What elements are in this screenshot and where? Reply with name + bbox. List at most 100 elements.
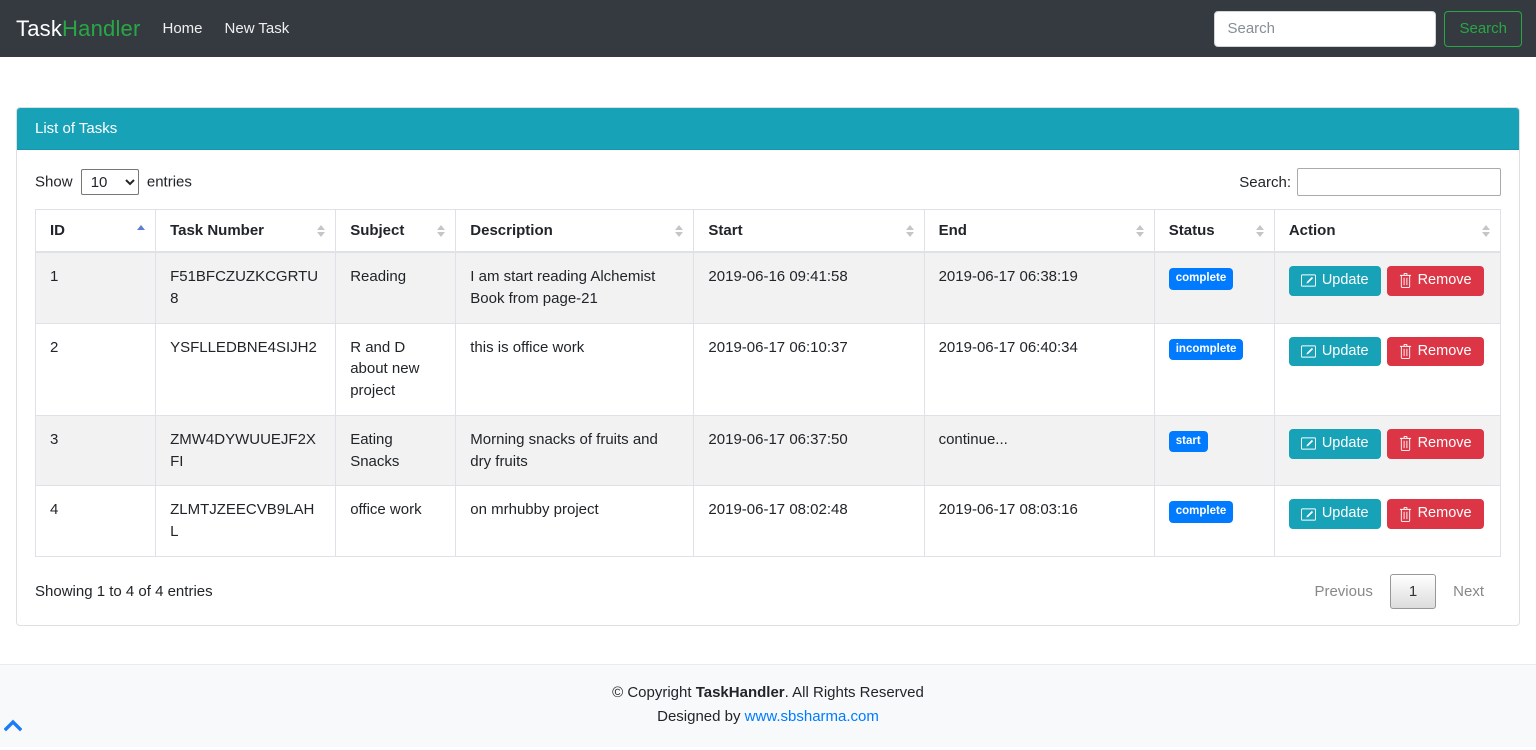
remove-button-label: Remove [1417,342,1472,359]
cell-task-number: YSFLLEDBNE4SIJH2 [155,322,337,416]
cell-subject: Reading [335,251,457,324]
column-label-action: Action [1288,222,1336,239]
remove-button[interactable]: Remove [1386,428,1484,459]
card-title: List of Tasks [35,120,118,137]
cell-description: I am start reading Alchemist Book from p… [455,251,695,324]
cell-task-number: ZLMTJZEECVB9LAHL [155,485,337,557]
column-header-subject[interactable]: Subject [335,209,457,253]
column-label-description: Description [470,222,553,239]
pagination-next[interactable]: Next [1436,574,1501,609]
cell-action: Update Remove [1273,485,1502,557]
cell-action: Update Remove [1273,414,1502,487]
column-header-id[interactable]: ID [34,209,157,253]
remove-button-label: Remove [1417,434,1472,451]
datatable-toolbar: Show 10 entries Search: [35,168,1501,196]
trash-icon [1399,436,1412,452]
cell-id: 4 [34,485,157,557]
nav-link-new-task[interactable]: New Task [225,20,290,37]
trash-icon [1399,506,1412,522]
table-row: 3 ZMW4DYWUUEJF2XFI Eating Snacks Morning… [34,414,1502,487]
tasks-table: ID Task Number Subject Description Start… [34,209,1502,557]
table-row: 2 YSFLLEDBNE4SIJH2 R and D about new pro… [34,322,1502,416]
remove-button[interactable]: Remove [1386,499,1484,530]
cell-task-number: ZMW4DYWUUEJF2XFI [155,414,337,487]
entries-label-after: entries [146,173,192,191]
remove-button-label: Remove [1417,505,1472,522]
update-button-label: Update [1321,342,1369,359]
status-badge: complete [1168,268,1234,290]
navbar-search-button[interactable]: Search [1444,10,1522,47]
column-header-start[interactable]: Start [693,209,925,253]
trash-icon [1399,344,1412,359]
cell-status: complete [1153,485,1275,557]
row-actions: Update Remove [1288,336,1486,367]
column-header-task-number[interactable]: Task Number [155,209,337,253]
remove-button[interactable]: Remove [1386,266,1484,296]
tasks-card: List of Tasks Show 10 entries Search: ID… [16,107,1520,626]
column-header-end[interactable]: End [923,209,1155,253]
footer-designer-link[interactable]: www.sbsharma.com [745,708,879,725]
remove-button-label: Remove [1417,272,1472,288]
column-header-action[interactable]: Action [1273,209,1502,253]
nav-links: Home New Task [163,20,290,37]
chevron-up-icon [3,719,23,736]
column-header-status[interactable]: Status [1153,209,1275,253]
entries-length-control: Show 10 entries [35,169,192,195]
edit-icon [1300,344,1316,359]
sort-icon [317,223,326,239]
remove-button[interactable]: Remove [1386,336,1484,367]
cell-task-number: F51BFCZUZKCGRTU8 [155,251,337,324]
cell-status: start [1153,414,1275,487]
navbar-search-input[interactable] [1214,10,1437,47]
update-button[interactable]: Update [1288,428,1381,459]
cell-subject: Eating Snacks [335,414,457,487]
row-actions: Update Remove [1288,499,1486,530]
table-search-input[interactable] [1297,168,1501,196]
table-body: 1 F51BFCZUZKCGRTU8 Reading I am start re… [34,251,1502,557]
cell-id: 3 [34,414,157,487]
brand-logo[interactable]: TaskHandler [16,16,141,42]
cell-description: Morning snacks of fruits and dry fruits [455,414,695,487]
brand-text-handler: Handler [62,15,141,41]
cell-end: continue... [923,414,1155,487]
table-head: ID Task Number Subject Description Start… [34,209,1502,253]
sort-icon [1255,223,1265,239]
pagination-page-1[interactable]: 1 [1389,573,1437,609]
nav-link-home[interactable]: Home [163,20,203,37]
cell-subject: office work [335,485,457,557]
card-header: List of Tasks [17,108,1519,150]
footer-copyright-prefix: © Copyright [612,683,696,701]
table-row: 4 ZLMTJZEECVB9LAHL office work on mrhubb… [34,485,1502,557]
footer-designed-prefix: Designed by [657,707,745,725]
cell-status: complete [1153,251,1275,324]
cell-subject: R and D about new project [335,322,457,416]
navbar-search-form: Search [1214,10,1522,47]
cell-action: Update Remove [1273,251,1502,324]
cell-status: incomplete [1153,322,1275,416]
column-label-subject: Subject [350,222,405,239]
cell-action: Update Remove [1273,322,1502,416]
pagination-previous[interactable]: Previous [1297,574,1389,609]
page-container: List of Tasks Show 10 entries Search: ID… [0,57,1536,626]
sort-icon [1135,223,1145,239]
update-button[interactable]: Update [1288,336,1381,367]
cell-start: 2019-06-16 09:41:58 [693,251,925,324]
trash-icon [1399,273,1412,289]
entries-select[interactable]: 10 [80,169,139,195]
navbar: TaskHandler Home New Task Search [0,0,1536,57]
datatable-filter: Search: [1239,168,1501,196]
column-label-start: Start [708,222,743,239]
table-header-row: ID Task Number Subject Description Start… [34,209,1502,253]
sort-icon [1482,223,1491,239]
cell-end: 2019-06-17 06:38:19 [923,251,1155,324]
sort-icon [905,223,915,239]
entries-label-before: Show [35,173,73,191]
update-button[interactable]: Update [1288,499,1381,530]
cell-start: 2019-06-17 06:10:37 [693,322,925,416]
update-button-label: Update [1321,434,1369,451]
update-button[interactable]: Update [1288,266,1381,296]
status-badge: incomplete [1168,338,1244,360]
scroll-to-top-button[interactable] [3,718,23,732]
column-header-description[interactable]: Description [455,209,695,253]
column-label-id: ID [50,222,65,239]
